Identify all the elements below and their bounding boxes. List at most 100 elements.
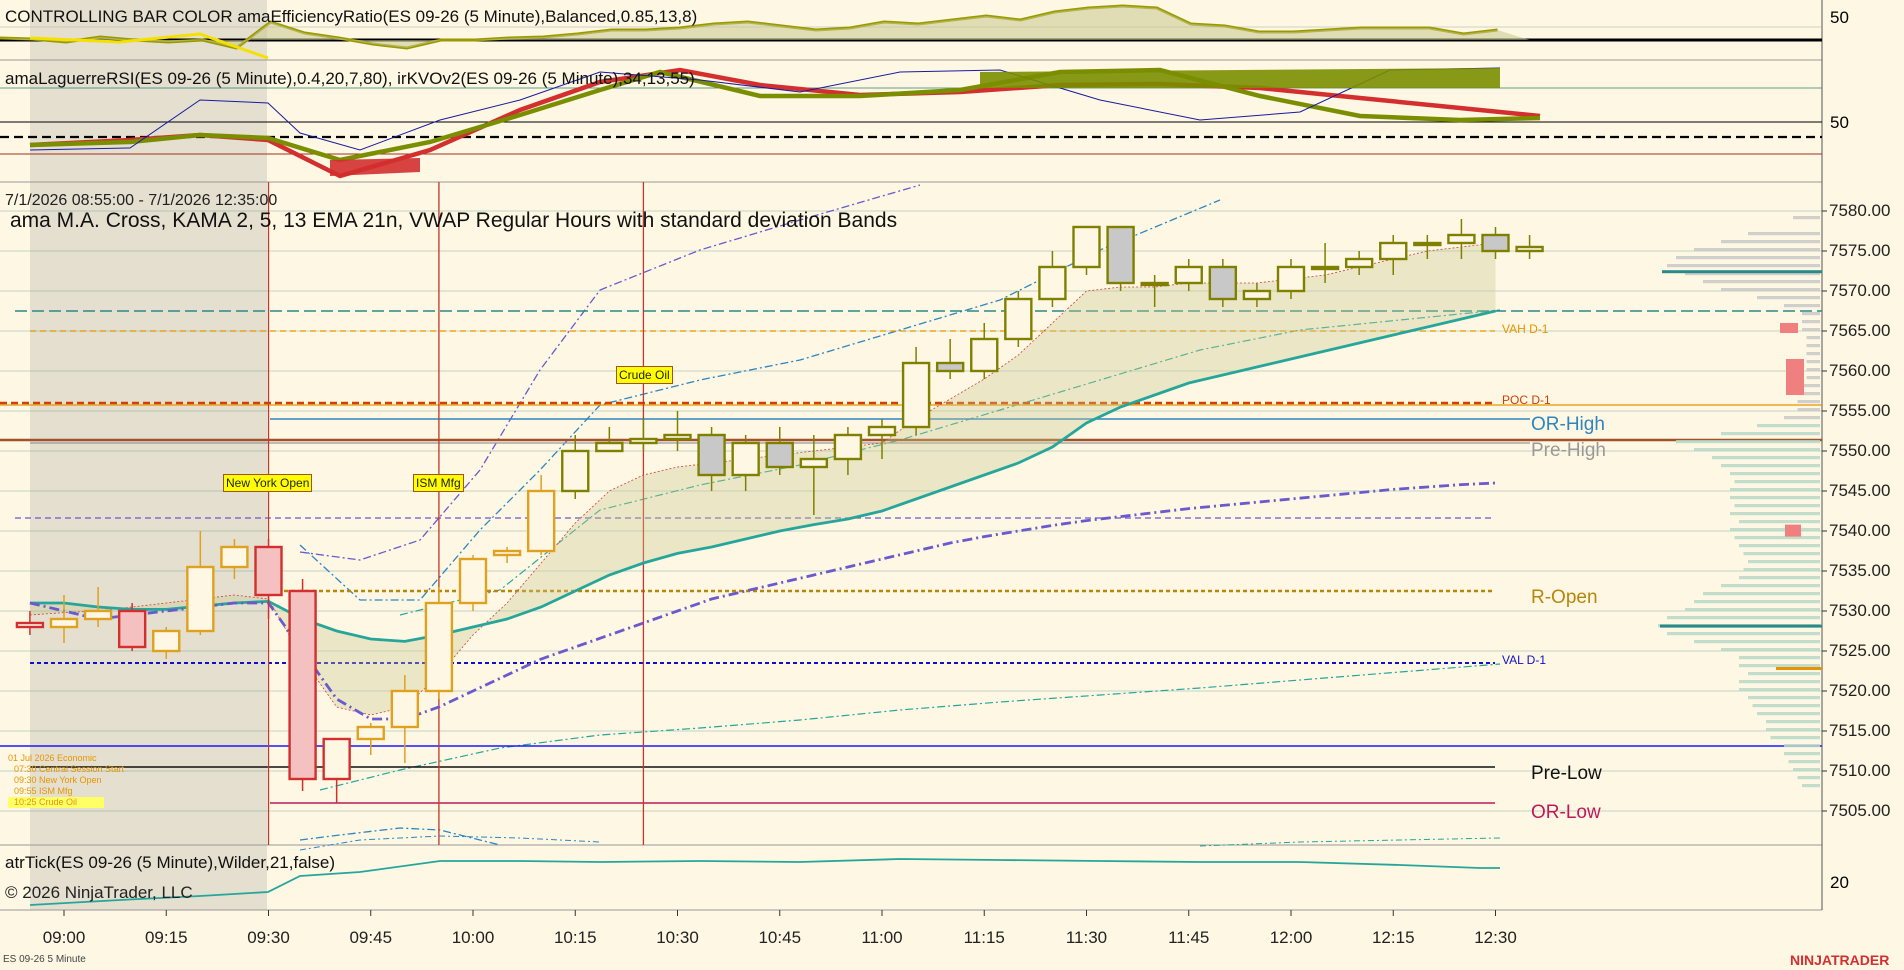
candle-body	[1276, 265, 1306, 293]
volume-profile-bar	[1739, 664, 1820, 668]
time-tick-label: 12:00	[1269, 928, 1313, 947]
volume-profile-bar	[1757, 712, 1820, 716]
candle-body	[1481, 233, 1510, 253]
volume-profile-bar	[1788, 760, 1820, 764]
level-label-val: VAL D-1	[1502, 653, 1547, 667]
price-tick-label: 7580.00	[1829, 201, 1891, 220]
volume-profile-bar	[1806, 336, 1820, 340]
price-panel-title: ama M.A. Cross, KAMA 2, 5, 13 EMA 21n, V…	[10, 209, 898, 232]
time-tick-label: 10:30	[656, 928, 699, 947]
volume-profile-bar	[1757, 296, 1820, 300]
candle-body	[561, 449, 590, 493]
candle-body	[390, 689, 420, 729]
candle-body	[697, 433, 726, 477]
volume-profile-bar	[1721, 240, 1820, 244]
candle-body	[492, 549, 522, 557]
copyright-label: © 2026 NinjaTrader, LLC	[5, 883, 193, 902]
price-tick-label: 7570.00	[1829, 281, 1891, 300]
volume-profile-bar	[1802, 320, 1820, 324]
annotation-new-york-open[interactable]: New York Open	[223, 474, 313, 492]
level-label-poc: POC D-1	[1502, 393, 1551, 407]
volume-profile-bar	[1712, 456, 1820, 460]
volume-profile-bar	[1739, 656, 1820, 660]
volume-profile-bar	[1784, 416, 1820, 420]
candle-body	[833, 433, 863, 461]
volume-profile-bar	[1730, 472, 1820, 476]
volume-profile-bar	[1752, 704, 1820, 708]
efficiency-axis-label: 50	[1830, 8, 1849, 27]
candle-body	[901, 361, 931, 429]
volume-profile-bar	[1802, 328, 1820, 332]
profile-highlight	[1785, 524, 1801, 537]
profile-highlight	[1786, 359, 1804, 395]
laguerre-axis-label: 50	[1830, 113, 1849, 132]
volume-profile-bar	[1806, 368, 1820, 372]
volume-profile-bar	[1784, 752, 1820, 756]
atr-axis-label: 20	[1830, 873, 1849, 892]
candle-body	[1310, 265, 1340, 271]
price-tick-label: 7515.00	[1829, 721, 1891, 740]
candle-body	[970, 337, 999, 373]
volume-profile-bar	[1797, 776, 1820, 780]
candle-body	[1072, 225, 1101, 269]
time-tick-label: 09:15	[144, 928, 188, 947]
time-tick-label: 10:15	[553, 928, 597, 947]
volume-profile-bar	[1766, 720, 1820, 724]
volume-profile-bar	[1784, 304, 1820, 308]
candle-body	[1106, 225, 1135, 285]
volume-profile-bar	[1667, 632, 1820, 636]
volume-profile-bar	[1748, 672, 1820, 676]
level-label-pre-low: Pre-Low	[1531, 763, 1602, 784]
event-list: 01 Jul 2026 Economic 07:30 Central Sessi…	[8, 753, 124, 808]
time-tick-label: 10:45	[758, 928, 802, 947]
price-tick-label: 7525.00	[1829, 641, 1891, 660]
volume-profile-bar	[1721, 464, 1820, 468]
annotation-crude-oil[interactable]: Crude Oil	[616, 366, 673, 384]
volume-profile-bar	[1766, 728, 1820, 732]
volume-profile-bar	[1784, 744, 1820, 748]
candle-body	[1140, 281, 1169, 287]
candle-body	[1413, 241, 1442, 247]
volume-profile-bar	[1739, 520, 1820, 524]
volume-profile-bar	[1770, 736, 1820, 740]
event-list-item: 10:25 Crude Oil	[8, 797, 104, 808]
laguerre-panel-title: amaLaguerreRSI(ES 09-26 (5 Minute),0.4,2…	[5, 69, 695, 88]
level-label-pre-high: Pre-High	[1531, 440, 1606, 461]
time-tick-label: 11:30	[1065, 928, 1108, 947]
volume-profile-bar	[1797, 408, 1820, 412]
level-label-or-low: OR-Low	[1531, 802, 1601, 823]
volume-profile-bar	[1667, 264, 1820, 268]
price-tick-label: 7550.00	[1829, 441, 1891, 460]
candle-body	[867, 425, 897, 437]
candle-body	[49, 617, 79, 629]
volume-profile-bar	[1806, 360, 1820, 364]
volume-profile-bar	[1739, 680, 1820, 684]
event-list-item: 09:30 New York Open	[14, 775, 102, 785]
annotation-ism-mfg[interactable]: ISM Mfg	[413, 474, 464, 492]
price-tick-label: 7565.00	[1829, 321, 1891, 340]
candle-body	[83, 609, 113, 621]
price-tick-label: 7560.00	[1829, 361, 1891, 380]
volume-profile-bar	[1730, 496, 1820, 500]
candle-body	[356, 725, 385, 741]
price-tick-label: 7575.00	[1829, 241, 1891, 260]
time-tick-label: 09:45	[349, 928, 393, 947]
candle-body	[935, 361, 965, 373]
volume-profile-bar	[1806, 376, 1820, 380]
candle-body	[152, 629, 181, 653]
candle-body	[765, 441, 794, 469]
profile-value-line	[1776, 667, 1822, 670]
volume-profile-bar	[1793, 768, 1820, 772]
candle-body	[799, 457, 829, 469]
volume-profile-bar	[1703, 592, 1820, 596]
candle-body	[1208, 265, 1238, 301]
date-range-label: 7/1/2026 08:55:00 - 7/1/2026 12:35:00	[5, 192, 278, 209]
volume-profile-bar	[1743, 552, 1820, 556]
candle-body	[629, 437, 658, 445]
price-tick-label: 7520.00	[1829, 681, 1891, 700]
level-label-r-open: R-Open	[1531, 587, 1598, 608]
profile-value-line	[1662, 270, 1822, 274]
event-list-item: 07:30 Central Session Start	[14, 764, 125, 774]
volume-profile-bar	[1748, 232, 1820, 236]
candle-body	[458, 557, 488, 605]
